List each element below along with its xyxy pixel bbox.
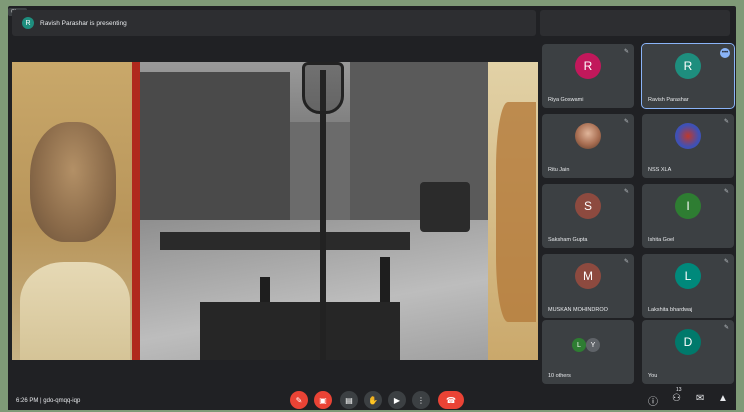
participant-name: Ishita Goel bbox=[648, 237, 675, 243]
presenting-banner: R Ravish Parashar is presenting bbox=[12, 10, 536, 36]
profile-photo bbox=[575, 122, 601, 149]
mic-button[interactable]: ✎ bbox=[290, 391, 308, 409]
mic-off-icon: ✎ bbox=[723, 119, 729, 125]
end-call-button[interactable]: ☎ bbox=[438, 391, 464, 409]
participant-avatar: I bbox=[675, 192, 701, 219]
info-icon[interactable]: ⓘ bbox=[648, 393, 658, 408]
mic-off-icon: ✎ bbox=[623, 259, 629, 265]
end-call-icon: ☎ bbox=[446, 395, 456, 405]
more-options-icon[interactable]: ••• bbox=[720, 48, 730, 58]
profile-photo bbox=[675, 122, 701, 149]
chat-icon[interactable]: ✉ bbox=[696, 393, 704, 404]
mic-off-icon: ✎ bbox=[623, 49, 629, 55]
participant-grid: R ✎ Riya Goswami R ••• Ravish Parashar ✎… bbox=[542, 43, 738, 384]
others-avatar: Y bbox=[586, 338, 600, 352]
raise-hand-button[interactable]: ✋ bbox=[364, 391, 382, 409]
participant-avatar: R bbox=[575, 52, 601, 79]
participant-tile[interactable]: ✎ NSS XLA bbox=[642, 114, 734, 178]
self-tile[interactable]: D ✎ You bbox=[642, 320, 734, 384]
participant-name: NSS XLA bbox=[648, 167, 672, 173]
participant-name: You bbox=[648, 373, 658, 379]
more-options-icon: ⋮ bbox=[417, 395, 425, 405]
participant-avatar: R bbox=[675, 52, 701, 79]
shared-screen bbox=[12, 62, 538, 360]
camera-button[interactable]: ▣ bbox=[314, 391, 332, 409]
street-photo bbox=[140, 62, 488, 360]
portrait-shirt bbox=[20, 262, 130, 360]
red-stripe bbox=[132, 62, 140, 360]
participant-tile[interactable]: R ••• Ravish Parashar bbox=[641, 43, 735, 109]
portrait-panel bbox=[12, 62, 132, 360]
participant-tile[interactable]: L ✎ Lakshita bhardwaj bbox=[642, 254, 734, 318]
mic-off-icon: ✎ bbox=[623, 119, 629, 125]
participant-tile[interactable]: ✎ Ritu Jain bbox=[542, 114, 634, 178]
participant-avatar: D bbox=[675, 328, 701, 355]
captions-button[interactable]: ▤ bbox=[340, 391, 358, 409]
participant-name: Lakshita bhardwaj bbox=[648, 307, 693, 313]
present-icon: ▶ bbox=[393, 395, 401, 405]
portrait-face bbox=[30, 122, 116, 242]
others-count: 10 others bbox=[548, 373, 571, 379]
participant-avatar: S bbox=[575, 192, 601, 219]
participant-tile[interactable]: M ✎ MUSKAN MOHINDROO bbox=[542, 254, 634, 318]
right-art-panel bbox=[488, 62, 538, 360]
mic-off-icon: ✎ bbox=[723, 189, 729, 195]
others-tile[interactable]: L Y 10 others bbox=[542, 320, 634, 384]
camera-off-icon: ▣ bbox=[319, 395, 327, 405]
mic-off-icon: ✎ bbox=[723, 259, 729, 265]
captions-icon: ▤ bbox=[345, 395, 353, 405]
raise-hand-icon: ✋ bbox=[368, 395, 378, 405]
participant-tile[interactable]: I ✎ Ishita Goel bbox=[642, 184, 734, 248]
presenting-text: Ravish Parashar is presenting bbox=[40, 19, 127, 27]
mic-off-icon: ✎ bbox=[295, 395, 303, 405]
mic-off-icon: ✎ bbox=[723, 325, 729, 331]
participant-name: Saksham Gupta bbox=[548, 237, 588, 243]
participant-name: Riya Goswami bbox=[548, 97, 584, 103]
meeting-info: 6:26 PM | gdo-qmqq-iqp bbox=[16, 398, 80, 404]
top-bar-right bbox=[540, 10, 730, 36]
participant-tile[interactable]: R ✎ Riya Goswami bbox=[542, 44, 634, 108]
clock-time: 6:26 PM bbox=[16, 398, 39, 404]
participant-name: Ritu Jain bbox=[548, 167, 570, 173]
meeting-code: gdo-qmqq-iqp bbox=[43, 398, 81, 404]
participant-avatar: M bbox=[575, 262, 601, 289]
present-button[interactable]: ▶ bbox=[388, 391, 406, 409]
presenter-avatar: R bbox=[22, 17, 34, 29]
mic-off-icon: ✎ bbox=[623, 189, 629, 195]
participant-name: MUSKAN MOHINDROO bbox=[548, 307, 608, 313]
participant-avatar: L bbox=[675, 262, 701, 289]
people-icon[interactable]: ⚇ bbox=[672, 393, 681, 404]
more-options-button[interactable]: ⋮ bbox=[412, 391, 430, 409]
others-avatar: L bbox=[572, 338, 586, 352]
info-separator: | bbox=[40, 398, 42, 404]
street-lamp-head bbox=[302, 62, 344, 114]
activities-icon[interactable]: ▲ bbox=[718, 393, 728, 404]
participant-tile[interactable]: S ✎ Saksham Gupta bbox=[542, 184, 634, 248]
participant-name: Ravish Parashar bbox=[648, 97, 689, 103]
